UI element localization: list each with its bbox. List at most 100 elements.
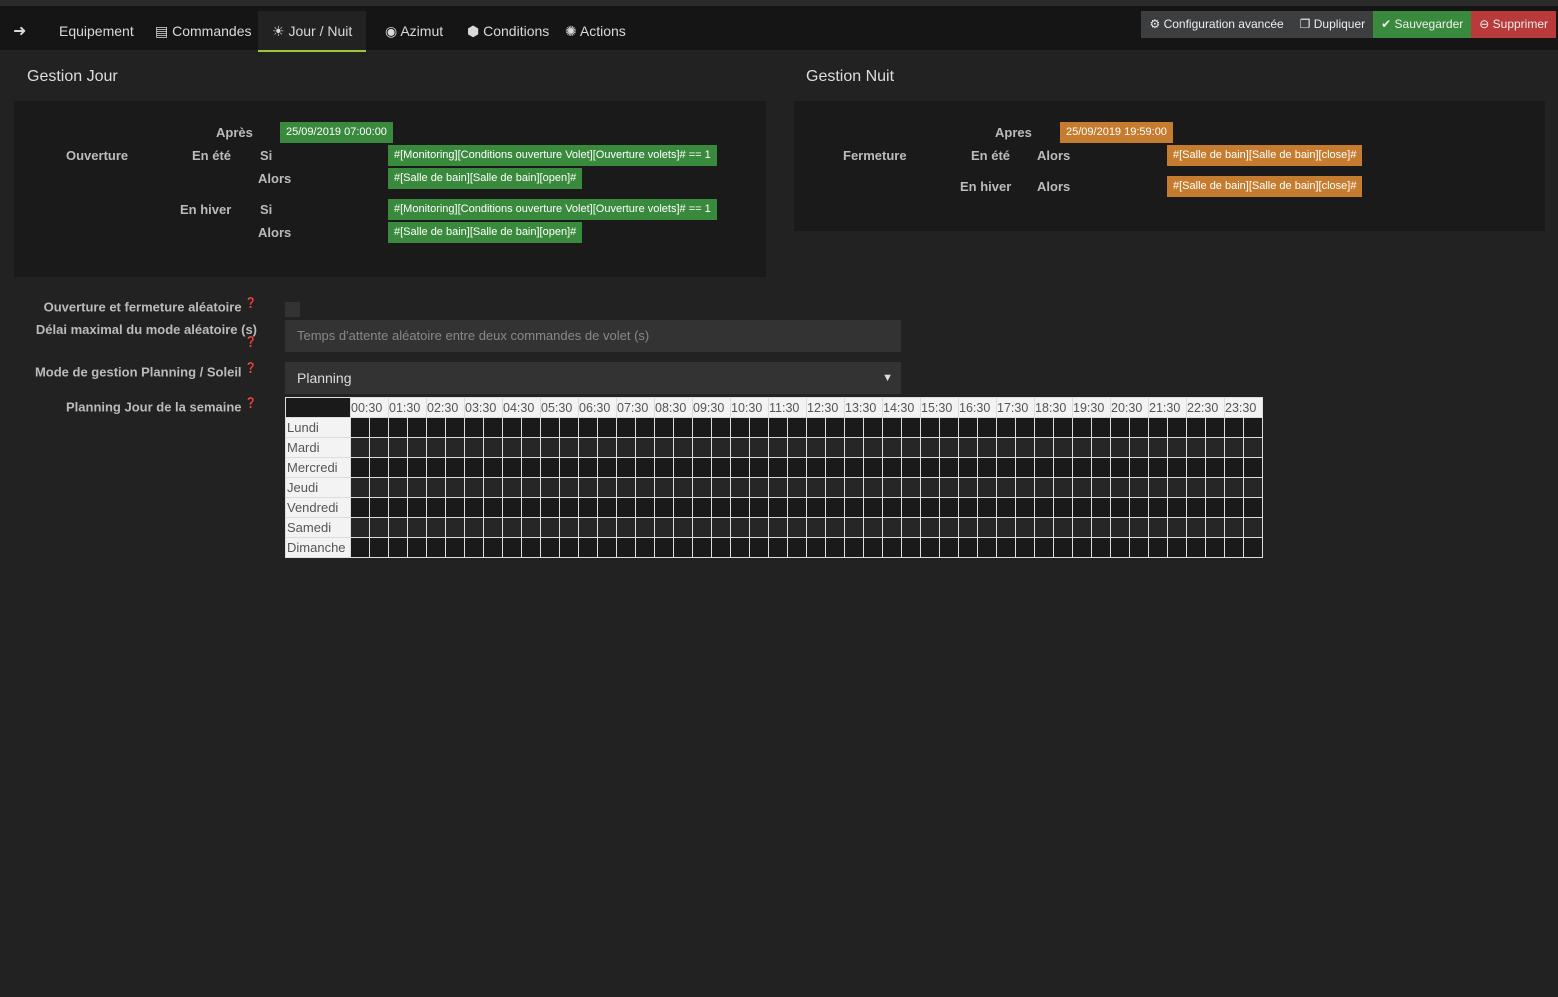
planning-cell[interactable] — [958, 457, 978, 478]
planning-cell[interactable] — [939, 417, 959, 438]
planning-cell[interactable] — [1129, 417, 1149, 438]
planning-cell[interactable] — [521, 497, 541, 518]
planning-cell[interactable] — [863, 497, 883, 518]
planning-cell[interactable] — [369, 457, 389, 478]
planning-cell[interactable] — [540, 537, 560, 558]
planning-cell[interactable] — [977, 457, 997, 478]
planning-cell[interactable] — [920, 517, 940, 538]
planning-cell[interactable] — [407, 537, 427, 558]
planning-cell[interactable] — [1243, 437, 1263, 458]
planning-cell[interactable] — [426, 537, 446, 558]
planning-cell[interactable] — [996, 477, 1016, 498]
planning-cell[interactable] — [407, 517, 427, 538]
planning-cell[interactable] — [673, 437, 693, 458]
planning-cell[interactable] — [1224, 517, 1244, 538]
planning-cell[interactable] — [711, 517, 731, 538]
planning-cell[interactable] — [1015, 517, 1035, 538]
planning-cell[interactable] — [1110, 477, 1130, 498]
tab-azimut[interactable]: ◉ Azimut — [385, 11, 443, 52]
planning-cell[interactable] — [692, 457, 712, 478]
planning-cell[interactable] — [521, 417, 541, 438]
planning-cell[interactable] — [901, 537, 921, 558]
planning-cell[interactable] — [1129, 497, 1149, 518]
planning-cell[interactable] — [825, 517, 845, 538]
planning-cell[interactable] — [350, 417, 370, 438]
planning-cell[interactable] — [540, 437, 560, 458]
planning-cell[interactable] — [996, 437, 1016, 458]
planning-cell[interactable] — [559, 457, 579, 478]
planning-cell[interactable] — [369, 477, 389, 498]
planning-cell[interactable] — [559, 537, 579, 558]
planning-cell[interactable] — [502, 517, 522, 538]
planning-cell[interactable] — [1186, 457, 1206, 478]
planning-cell[interactable] — [559, 517, 579, 538]
planning-cell[interactable] — [350, 517, 370, 538]
planning-cell[interactable] — [502, 537, 522, 558]
back-icon[interactable]: ➜ — [13, 11, 26, 52]
planning-cell[interactable] — [1015, 437, 1035, 458]
planning-cell[interactable] — [445, 537, 465, 558]
planning-cell[interactable] — [559, 437, 579, 458]
planning-cell[interactable] — [825, 537, 845, 558]
planning-cell[interactable] — [1148, 517, 1168, 538]
planning-cell[interactable] — [1072, 477, 1092, 498]
planning-cell[interactable] — [977, 477, 997, 498]
planning-cell[interactable] — [844, 417, 864, 438]
planning-cell[interactable] — [597, 497, 617, 518]
planning-cell[interactable] — [1167, 437, 1187, 458]
planning-cell[interactable] — [787, 417, 807, 438]
planning-cell[interactable] — [426, 417, 446, 438]
planning-cell[interactable] — [863, 457, 883, 478]
planning-cell[interactable] — [616, 417, 636, 438]
planning-cell[interactable] — [1091, 537, 1111, 558]
planning-cell[interactable] — [1243, 537, 1263, 558]
tab-jour-nuit[interactable]: ☀ Jour / Nuit — [258, 11, 367, 52]
planning-cell[interactable] — [578, 497, 598, 518]
help-icon[interactable]: ❓ — [245, 398, 257, 409]
planning-cell[interactable] — [350, 457, 370, 478]
planning-cell[interactable] — [369, 537, 389, 558]
planning-cell[interactable] — [901, 417, 921, 438]
tab-equipement[interactable]: Equipement — [59, 11, 134, 52]
planning-cell[interactable] — [1110, 417, 1130, 438]
planning-cell[interactable] — [920, 477, 940, 498]
planning-cell[interactable] — [749, 457, 769, 478]
planning-cell[interactable] — [730, 537, 750, 558]
planning-cell[interactable] — [901, 517, 921, 538]
planning-cell[interactable] — [901, 457, 921, 478]
planning-cell[interactable] — [787, 537, 807, 558]
planning-cell[interactable] — [787, 437, 807, 458]
planning-cell[interactable] — [692, 417, 712, 438]
planning-cell[interactable] — [521, 537, 541, 558]
planning-cell[interactable] — [673, 477, 693, 498]
planning-cell[interactable] — [616, 477, 636, 498]
planning-cell[interactable] — [1053, 417, 1073, 438]
planning-cell[interactable] — [1186, 537, 1206, 558]
planning-cell[interactable] — [1072, 417, 1092, 438]
planning-cell[interactable] — [939, 497, 959, 518]
planning-cell[interactable] — [464, 537, 484, 558]
planning-cell[interactable] — [1072, 537, 1092, 558]
planning-cell[interactable] — [1205, 497, 1225, 518]
planning-cell[interactable] — [388, 477, 408, 498]
save-button[interactable]: ✔ Sauvegarder — [1373, 11, 1472, 38]
planning-cell[interactable] — [673, 537, 693, 558]
ete-condition[interactable]: #[Monitoring][Conditions ouverture Volet… — [388, 145, 717, 166]
planning-cell[interactable] — [730, 417, 750, 438]
planning-cell[interactable] — [977, 537, 997, 558]
planning-cell[interactable] — [825, 477, 845, 498]
planning-cell[interactable] — [1015, 477, 1035, 498]
planning-cell[interactable] — [445, 477, 465, 498]
planning-cell[interactable] — [369, 417, 389, 438]
planning-cell[interactable] — [464, 497, 484, 518]
delay-input[interactable]: Temps d'attente aléatoire entre deux com… — [285, 320, 901, 352]
planning-cell[interactable] — [1034, 537, 1054, 558]
random-checkbox[interactable] — [285, 302, 300, 317]
planning-cell[interactable] — [1148, 477, 1168, 498]
planning-cell[interactable] — [1110, 537, 1130, 558]
planning-cell[interactable] — [863, 477, 883, 498]
planning-cell[interactable] — [464, 517, 484, 538]
planning-cell[interactable] — [502, 437, 522, 458]
planning-cell[interactable] — [920, 537, 940, 558]
planning-cell[interactable] — [1148, 417, 1168, 438]
